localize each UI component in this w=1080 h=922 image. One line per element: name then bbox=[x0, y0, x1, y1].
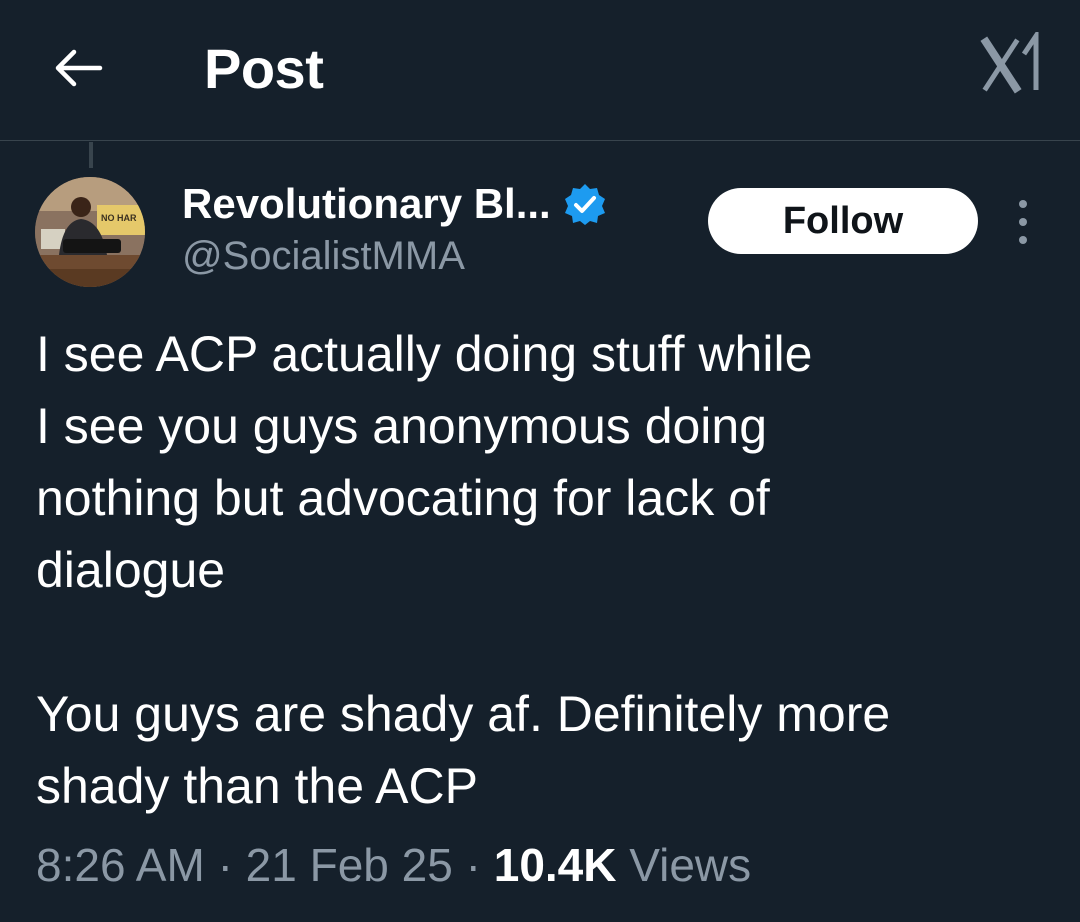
author-handle[interactable]: @SocialistMMA bbox=[182, 234, 465, 279]
arrow-left-icon bbox=[55, 49, 103, 87]
svg-text:NO HAR: NO HAR bbox=[101, 213, 137, 223]
views-count[interactable]: 10.4K bbox=[494, 839, 617, 891]
author-name-row[interactable]: Revolutionary Bl... bbox=[182, 178, 607, 230]
top-bar: Post bbox=[0, 0, 1080, 141]
tweet-line: I see ACP actually doing stuff while bbox=[36, 326, 813, 382]
avatar-photo: NO HAR bbox=[35, 177, 145, 287]
tweet-text: I see ACP actually doing stuff while I s… bbox=[36, 318, 1046, 822]
more-vertical-icon-dot bbox=[1019, 218, 1027, 226]
meta-separator: · bbox=[217, 839, 233, 891]
tweet-line: shady than the ACP bbox=[36, 758, 478, 814]
avatar[interactable]: NO HAR bbox=[35, 177, 145, 287]
tweet-meta: 8:26 AM · 21 Feb 25 · 10.4K Views bbox=[36, 838, 751, 892]
views-label[interactable]: Views bbox=[629, 839, 751, 891]
verified-badge-icon bbox=[564, 184, 605, 225]
more-vertical-icon-dot bbox=[1019, 200, 1027, 208]
x-logo-icon bbox=[980, 27, 1039, 94]
tweet-line: I see you guys anonymous doing bbox=[36, 398, 768, 454]
x-logo-button[interactable] bbox=[980, 27, 1044, 96]
tweet-time[interactable]: 8:26 AM bbox=[36, 839, 205, 891]
tweet-line: You guys are shady af. Definitely more bbox=[36, 686, 891, 742]
meta-separator: · bbox=[465, 839, 481, 891]
page-title: Post bbox=[204, 37, 324, 100]
tweet-line: dialogue bbox=[36, 542, 226, 598]
author-display-name[interactable]: Revolutionary Bl... bbox=[182, 180, 551, 228]
more-options-button[interactable] bbox=[1004, 200, 1042, 244]
tweet-line: nothing but advocating for lack of bbox=[36, 470, 770, 526]
more-vertical-icon-dot bbox=[1019, 236, 1027, 244]
follow-button[interactable]: Follow bbox=[708, 188, 978, 254]
back-button[interactable] bbox=[50, 40, 106, 96]
tweet-date[interactable]: 21 Feb 25 bbox=[246, 839, 453, 891]
thread-connector bbox=[89, 142, 93, 168]
